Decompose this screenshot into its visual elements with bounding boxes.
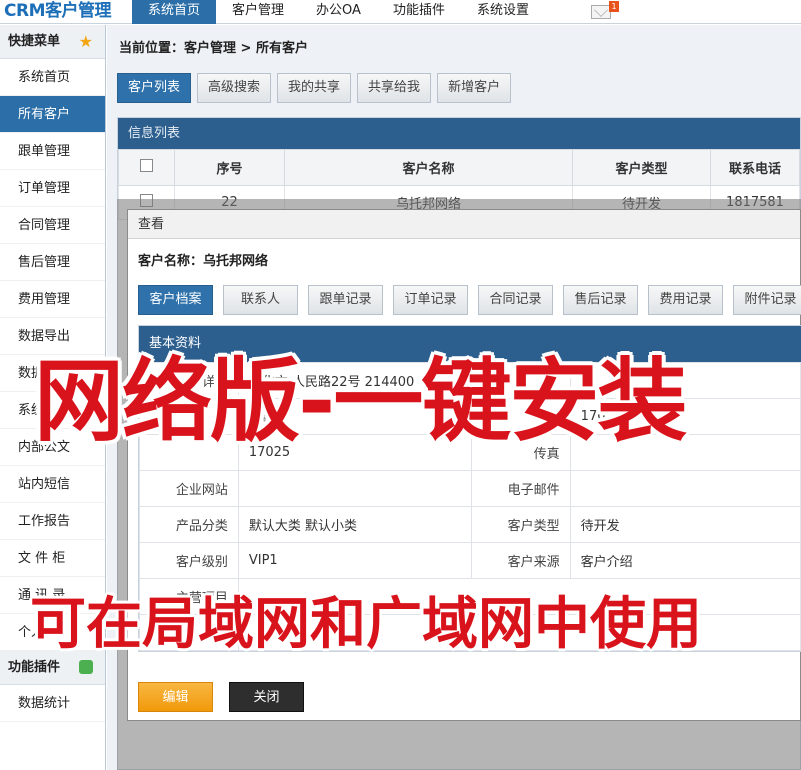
- field-label-website: 企业网站: [139, 470, 239, 507]
- column-header-type[interactable]: 客户类型: [572, 149, 711, 186]
- sidebar-item-contracts[interactable]: 合同管理: [0, 207, 105, 244]
- column-header-no[interactable]: 序号: [174, 149, 285, 186]
- promo-headline: 网络版-一键安装: [34, 349, 687, 454]
- column-header-phone[interactable]: 联系电话: [710, 149, 800, 186]
- field-value-customer-type: 待开发: [569, 506, 801, 543]
- field-label-category: 产品分类: [139, 506, 239, 543]
- field-label-source: 客户来源: [470, 542, 571, 579]
- tab-customer-list[interactable]: 客户列表: [117, 73, 192, 103]
- field-value-website: [237, 470, 472, 507]
- tab-new-customer[interactable]: 新增客户: [437, 73, 512, 103]
- tab-expense-records[interactable]: 费用记录: [648, 285, 723, 315]
- tab-followup-records[interactable]: 跟单记录: [308, 285, 383, 315]
- puzzle-icon: [79, 660, 93, 674]
- app-logo[interactable]: CRM客户管理: [4, 0, 111, 24]
- field-label-level: 客户级别: [139, 542, 239, 579]
- tab-aftersale-records[interactable]: 售后记录: [563, 285, 638, 315]
- tab-order-records[interactable]: 订单记录: [393, 285, 468, 315]
- column-header-name[interactable]: 客户名称: [284, 149, 573, 186]
- sidebar-item-expenses[interactable]: 费用管理: [0, 281, 105, 318]
- close-button[interactable]: 关闭: [229, 682, 304, 712]
- nav-oa[interactable]: 办公OA: [300, 0, 377, 24]
- tab-shared-with-me[interactable]: 共享给我: [357, 73, 432, 103]
- dialog-tabs: 客户档案 联系人 跟单记录 订单记录 合同记录 售后记录 费用记录 附件记录: [138, 285, 801, 315]
- tab-my-shares[interactable]: 我的共享: [277, 73, 352, 103]
- top-bar: CRM客户管理 系统首页 客户管理 办公OA 功能插件 系统设置 1: [0, 0, 801, 24]
- sidebar-item-reports[interactable]: 工作报告: [0, 503, 105, 540]
- nav-customer[interactable]: 客户管理: [216, 0, 300, 24]
- star-icon: ★: [78, 32, 93, 51]
- nav-settings[interactable]: 系统设置: [461, 0, 545, 24]
- plugin-menu-title: 功能插件: [8, 660, 61, 675]
- select-all-header: [118, 149, 175, 186]
- edit-button[interactable]: 编辑: [138, 682, 213, 712]
- field-label-email: 电子邮件: [470, 470, 571, 507]
- dialog-title: 查看: [128, 210, 800, 239]
- mail-icon[interactable]: [591, 5, 611, 19]
- sidebar-item-aftersale[interactable]: 售后管理: [0, 244, 105, 281]
- sidebar-item-all-customers[interactable]: 所有客户: [0, 96, 105, 133]
- nav-plugins[interactable]: 功能插件: [377, 0, 461, 24]
- detail-row: 产品分类 默认大类 默认小类 客户类型 待开发: [139, 506, 801, 543]
- dialog-customer-name: 客户名称：乌托邦网络: [138, 254, 269, 269]
- field-value-category: 默认大类 默认小类: [237, 506, 472, 543]
- select-all-checkbox[interactable]: [140, 159, 153, 172]
- dialog-footer: 编辑 关闭: [138, 682, 304, 712]
- tab-attachment-records[interactable]: 附件记录: [733, 285, 801, 315]
- nav-home[interactable]: 系统首页: [132, 0, 217, 24]
- top-nav: 系统首页 客户管理 办公OA 功能插件 系统设置: [132, 0, 545, 24]
- tab-contacts[interactable]: 联系人: [223, 285, 298, 315]
- main-tabs: 客户列表 高级搜索 我的共享 共享给我 新增客户: [117, 73, 512, 103]
- detail-row: 企业网站 电子邮件: [139, 470, 801, 507]
- breadcrumb: 当前位置：客户管理 > 所有客户: [119, 41, 308, 56]
- sidebar-item-statistics[interactable]: 数据统计: [0, 685, 105, 722]
- field-value-email: [569, 470, 801, 507]
- sidebar-item-files[interactable]: 文 件 柜: [0, 540, 105, 577]
- sidebar-item-home[interactable]: 系统首页: [0, 59, 105, 96]
- tab-advanced-search[interactable]: 高级搜索: [197, 73, 272, 103]
- sidebar-item-followup[interactable]: 跟单管理: [0, 133, 105, 170]
- mail-badge: 1: [609, 1, 619, 12]
- tab-contract-records[interactable]: 合同记录: [478, 285, 553, 315]
- field-label-customer-type: 客户类型: [470, 506, 571, 543]
- field-value-source: 客户介绍: [569, 542, 801, 579]
- quick-menu-title: 快捷菜单: [8, 34, 61, 49]
- detail-row: 客户级别 VIP1 客户来源 客户介绍: [139, 542, 801, 579]
- quick-menu-header: 快捷菜单 ★: [0, 25, 105, 59]
- field-value-level: VIP1: [237, 542, 472, 579]
- promo-subline: 可在局域网和广域网中使用: [30, 592, 702, 657]
- tab-customer-profile[interactable]: 客户档案: [138, 285, 213, 315]
- sidebar-item-messages[interactable]: 站内短信: [0, 466, 105, 503]
- sidebar-item-orders[interactable]: 订单管理: [0, 170, 105, 207]
- panel-title: 信息列表: [118, 118, 800, 149]
